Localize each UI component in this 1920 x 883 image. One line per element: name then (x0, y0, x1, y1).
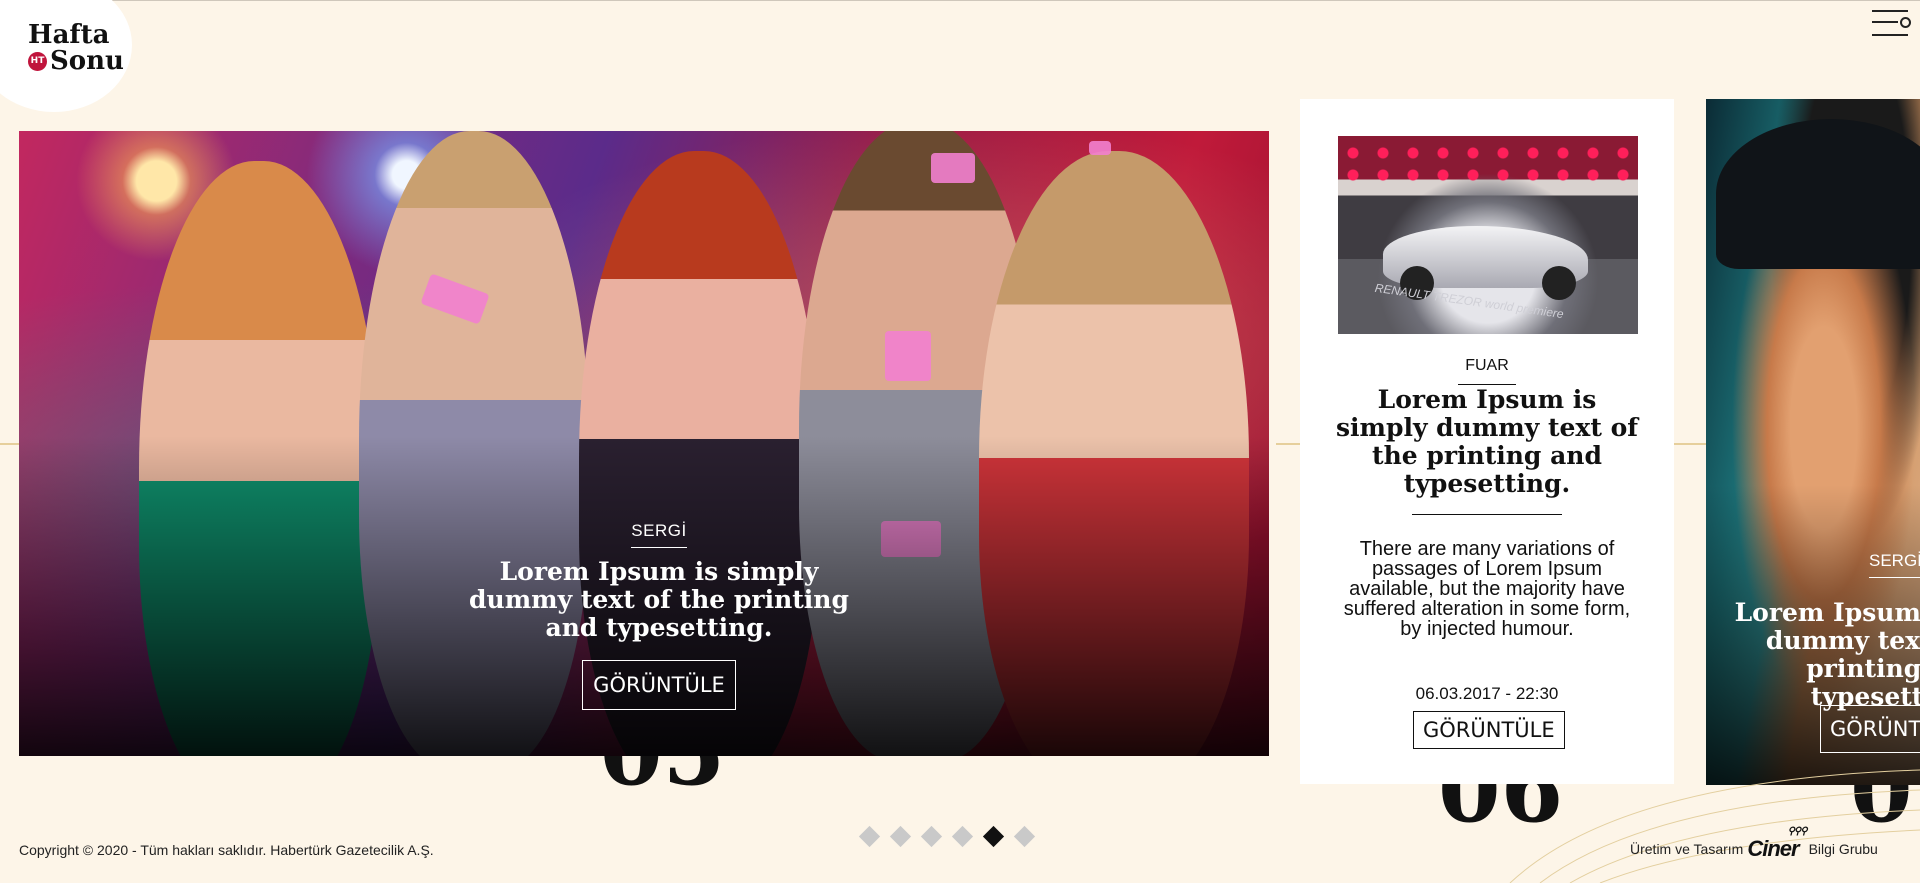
menu-button[interactable] (1870, 8, 1911, 38)
pagination-dot[interactable] (889, 825, 912, 848)
category-label: FUAR (1465, 357, 1509, 374)
slider-pagination (858, 825, 1036, 848)
copyright-text: Copyright © 2020 - Tüm hakları saklıdır.… (19, 842, 434, 858)
people-icon: ⚲⚲⚲ (1787, 826, 1808, 837)
pagination-dot[interactable] (920, 825, 943, 848)
category-label: SERGİ (1869, 551, 1920, 570)
top-border (0, 0, 1920, 1)
slide-caption: SERGİ Lorem Ipsum is simply dummy text o… (449, 521, 869, 710)
menu-icon-bar (1872, 34, 1908, 36)
car-wheel (1542, 266, 1576, 300)
credit-suffix: Bilgi Grubu (1808, 841, 1878, 857)
slide-title: Lorem Ipsum is simply dummy text of the … (1734, 598, 1920, 711)
ciner-logo[interactable]: Ciner ⚲⚲⚲ (1747, 826, 1807, 862)
slide-title: Lorem Ipsum is simply dummy text of the … (1335, 385, 1639, 498)
decorative-curves (1509, 769, 1920, 883)
view-button[interactable]: GÖRÜNTÜLE (582, 660, 736, 710)
view-button[interactable]: GÖRÜNTÜLE (1820, 705, 1920, 753)
logo-badge-icon: HT (28, 51, 47, 71)
pagination-dot[interactable] (858, 825, 881, 848)
confetti (885, 331, 931, 381)
view-button[interactable]: GÖRÜNTÜLE (1413, 711, 1565, 749)
footer-credit: Üretim ve Tasarım Ciner ⚲⚲⚲ Bilgi Grubu (1630, 826, 1878, 862)
category-divider (631, 547, 687, 548)
pagination-dot[interactable] (1013, 825, 1036, 848)
confetti (1089, 141, 1111, 155)
slide-title: Lorem Ipsum is simply dummy text of the … (469, 557, 849, 642)
ceiling-lights (1338, 142, 1638, 188)
slide-next[interactable]: SERGİ Lorem Ipsum is simply dummy text o… (1706, 99, 1920, 785)
slide-main[interactable]: SERGİ Lorem Ipsum is simply dummy text o… (19, 131, 1269, 756)
menu-icon-bar (1872, 10, 1908, 12)
slide-description: There are many variations of passages of… (1343, 538, 1631, 640)
title-divider (1412, 514, 1562, 515)
portrait-hair (1716, 119, 1920, 269)
category-divider (1869, 577, 1920, 578)
menu-icon-knob (1900, 17, 1911, 28)
pagination-dot[interactable] (982, 825, 1005, 848)
slide-card[interactable]: RENAULT TREZOR world premiere FUAR Lorem… (1300, 99, 1674, 784)
confetti (931, 153, 975, 183)
pagination-dot[interactable] (951, 825, 974, 848)
car-show-photo: RENAULT TREZOR world premiere (1338, 136, 1638, 334)
menu-icon-bar (1872, 21, 1898, 23)
credit-prefix: Üretim ve Tasarım (1630, 841, 1744, 857)
ciner-logo-text: Ciner (1747, 836, 1799, 861)
slide-date: 06.03.2017 - 22:30 (1415, 684, 1559, 703)
logo-line-2: Sonu (50, 46, 124, 76)
site-logo[interactable]: Hafta HT Sonu (28, 22, 124, 74)
category-label: SERGİ (631, 521, 687, 540)
logo-line-2-row: HT Sonu (28, 48, 124, 74)
logo-line-1: Hafta (28, 20, 110, 50)
